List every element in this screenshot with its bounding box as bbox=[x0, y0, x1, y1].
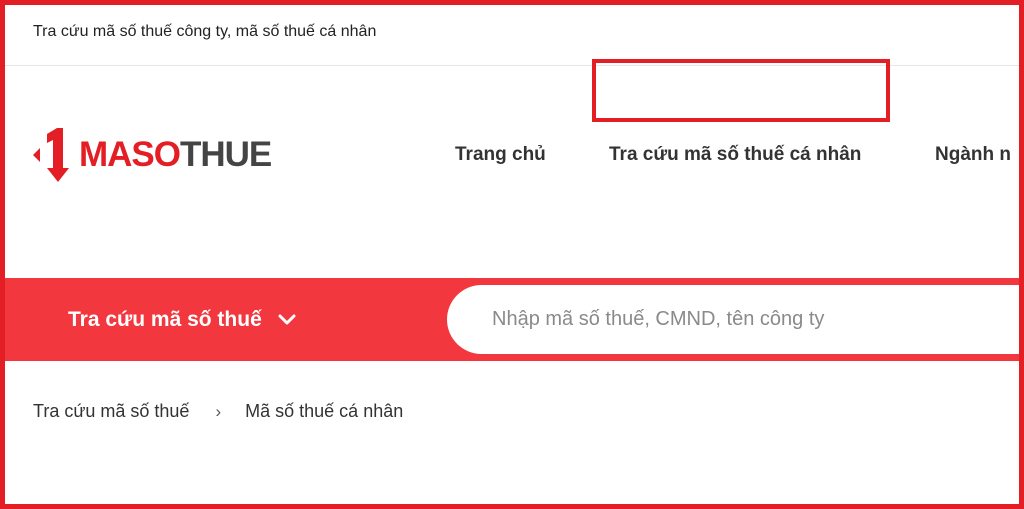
breadcrumb-item-personal-tax: Mã số thuế cá nhân bbox=[245, 401, 404, 421]
breadcrumb-separator-icon: › bbox=[215, 401, 222, 421]
top-bar-text: Tra cứu mã số thuế công ty, mã số thuế c… bbox=[33, 23, 377, 40]
highlight-annotation-box bbox=[592, 59, 890, 122]
search-band: Tra cứu mã số thuế bbox=[5, 278, 1019, 361]
breadcrumb-item-tax-lookup[interactable]: Tra cứu mã số thuế bbox=[33, 401, 189, 422]
logo-wordmark: MASOTHUE bbox=[79, 135, 272, 174]
site-logo[interactable]: MASOTHUE bbox=[33, 128, 272, 182]
search-type-dropdown[interactable]: Tra cứu mã số thuế bbox=[68, 278, 296, 361]
breadcrumb: Tra cứu mã số thuế › Mã số thuế cá nhân bbox=[33, 401, 403, 422]
top-bar: Tra cứu mã số thuế công ty, mã số thuế c… bbox=[5, 5, 1019, 66]
search-input[interactable] bbox=[447, 285, 1019, 354]
nav-item-personal-tax-lookup[interactable]: Tra cứu mã số thuế cá nhân bbox=[609, 144, 861, 166]
arrow-one-logo-icon bbox=[33, 128, 69, 182]
chevron-down-icon bbox=[278, 314, 296, 324]
nav-item-home[interactable]: Trang chủ bbox=[455, 144, 546, 166]
search-type-label: Tra cứu mã số thuế bbox=[68, 307, 262, 331]
nav-item-industry[interactable]: Ngành n bbox=[935, 144, 1011, 166]
